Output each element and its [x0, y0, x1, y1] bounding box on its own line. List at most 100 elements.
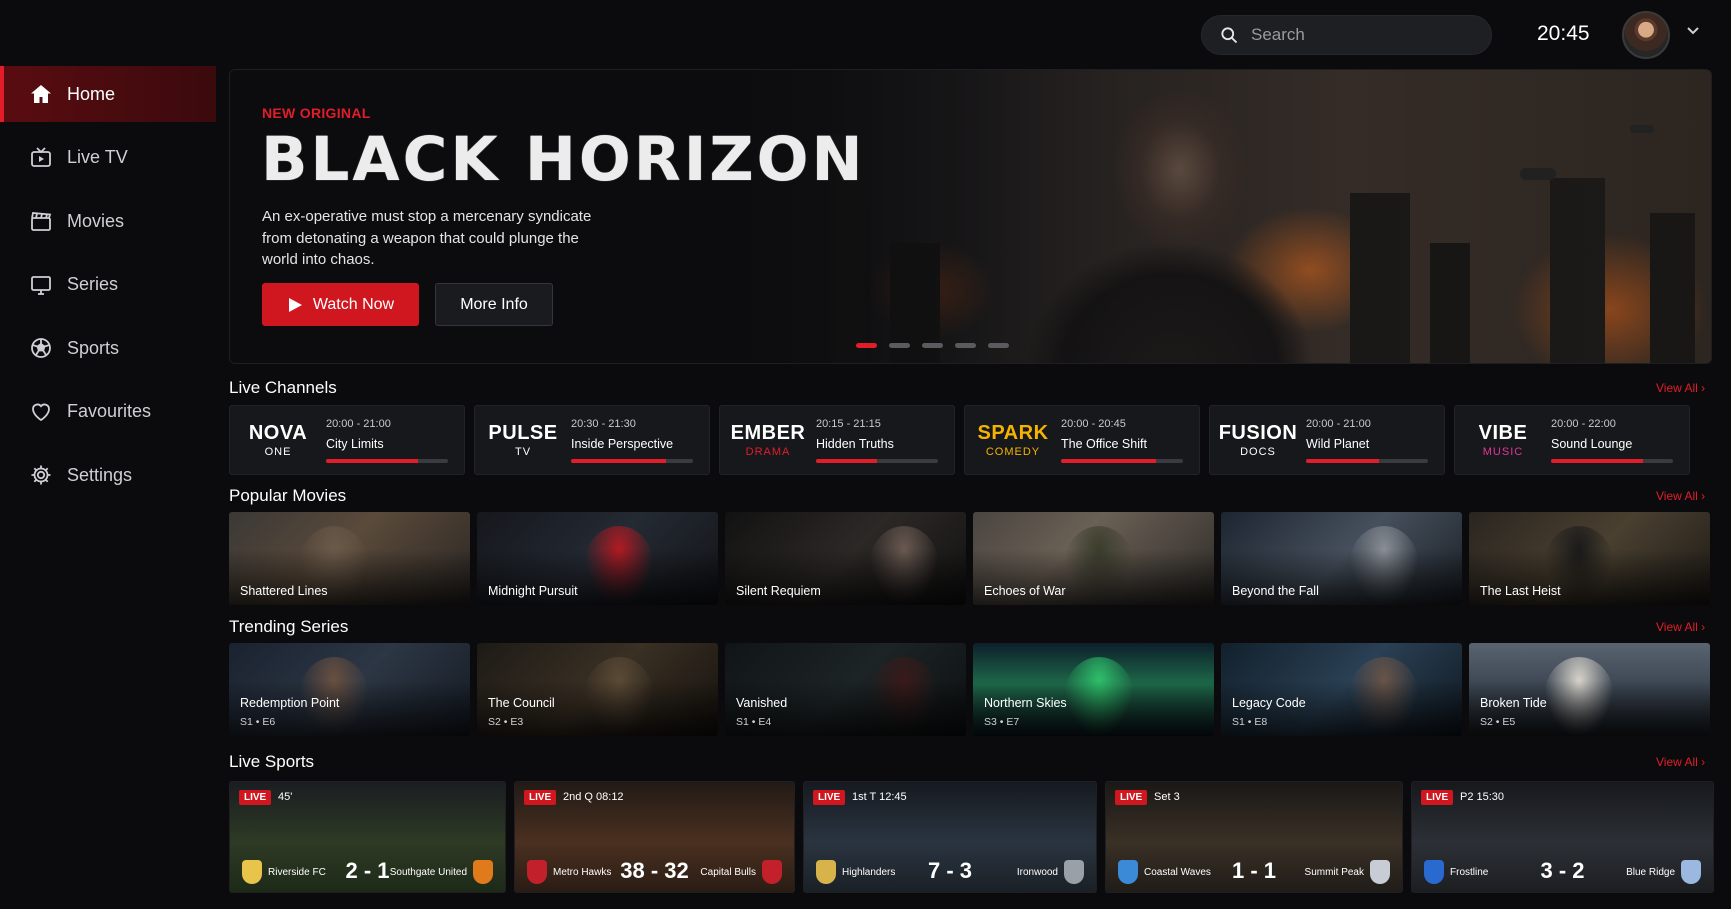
live-channels-view-all[interactable]: View All ›	[1656, 381, 1705, 395]
channel-info: 20:00 - 22:00 Sound Lounge	[1551, 418, 1689, 463]
channel-subname: ONE	[264, 446, 292, 458]
watch-now-button[interactable]: Watch Now	[262, 283, 419, 326]
channel-card[interactable]: PULSE TV 20:30 - 21:30 Inside Perspective	[474, 405, 710, 475]
sport-card[interactable]: LIVE P2 15:30 Frostline 3 - 2 Blue Ridge	[1411, 781, 1714, 893]
away-team: Summit Peak	[1304, 867, 1364, 878]
home-team: Metro Hawks	[553, 867, 612, 878]
channel-name: SPARK	[977, 422, 1049, 444]
series-card[interactable]: Broken Tide S2 • E5	[1469, 643, 1710, 736]
card-episode: S2 • E3	[488, 716, 524, 728]
match-period: 2nd Q 08:12	[563, 791, 624, 803]
chevron-down-icon[interactable]	[1686, 26, 1700, 36]
more-info-button[interactable]: More Info	[435, 283, 553, 326]
channel-progress-bar	[816, 458, 938, 463]
search-box[interactable]	[1201, 15, 1492, 55]
movie-card[interactable]: Beyond the Fall	[1221, 512, 1462, 605]
sidebar-item-label: Favourites	[67, 401, 152, 421]
channel-time: 20:00 - 20:45	[1061, 417, 1126, 430]
card-title: Northern Skies	[984, 696, 1067, 710]
series-card[interactable]: The Council S2 • E3	[477, 643, 718, 736]
channel-progress-fill	[1306, 458, 1380, 463]
sport-card[interactable]: LIVE 1st T 12:45 Highlanders 7 - 3 Ironwood	[803, 781, 1097, 893]
series-card[interactable]: Vanished S1 • E4	[725, 643, 966, 736]
sidebar-item-favourites[interactable]: Favourites	[0, 384, 216, 440]
home-crest-icon	[527, 860, 547, 884]
match-score: 38 - 32	[620, 858, 689, 883]
channel-card[interactable]: NOVA ONE 20:00 - 21:00 City Limits	[229, 405, 465, 475]
channel-card[interactable]: FUSION DOCS 20:00 - 21:00 Wild Planet	[1209, 405, 1445, 475]
movie-card[interactable]: The Last Heist	[1469, 512, 1710, 605]
popular-movies-row: Shattered Lines Midnight Pursuit Silent Re…	[229, 512, 1710, 605]
monitor-icon	[31, 275, 51, 295]
away-team: Capital Bulls	[700, 867, 756, 878]
heart-icon	[32, 403, 50, 421]
channel-show: Wild Planet	[1306, 436, 1370, 451]
tv-icon	[31, 146, 51, 167]
sidebar-item-sports[interactable]: Sports	[0, 320, 216, 376]
channel-card[interactable]: EMBER DRAMA 20:15 - 21:15 Hidden Truths	[719, 405, 955, 475]
card-title: Vanished	[736, 696, 788, 710]
channel-logo: EMBER DRAMA	[720, 422, 816, 458]
away-team: Southgate United	[389, 867, 467, 878]
away-crest-icon	[762, 860, 782, 884]
sidebar-item-label: Series	[67, 274, 119, 294]
movie-card[interactable]: Echoes of War	[973, 512, 1214, 605]
channel-logo: SPARK COMEDY	[965, 422, 1061, 458]
channel-card[interactable]: VIBE MUSIC 20:00 - 22:00 Sound Lounge	[1454, 405, 1690, 475]
carousel-dot[interactable]	[889, 343, 910, 348]
sidebar-item-label: Live TV	[67, 147, 128, 167]
channel-subname: DOCS	[1240, 446, 1276, 458]
channel-show: Hidden Truths	[816, 436, 894, 451]
sport-card[interactable]: LIVE Set 3 Coastal Waves 1 - 1 Summit Peak	[1105, 781, 1403, 893]
sidebar-item-movies[interactable]: Movies	[0, 193, 216, 249]
sport-card[interactable]: LIVE 2nd Q 08:12 Metro Hawks 38 - 32 Capital…	[514, 781, 795, 893]
channel-show: Sound Lounge	[1551, 436, 1633, 451]
home-team: Frostline	[1450, 867, 1489, 878]
avatar[interactable]	[1622, 11, 1670, 59]
sport-card[interactable]: LIVE 45' Riverside FC 2 - 1 Southgate United	[229, 781, 506, 893]
movie-card[interactable]: Silent Requiem	[725, 512, 966, 605]
carousel-dot[interactable]	[922, 343, 943, 348]
match-score: 2 - 1	[345, 858, 390, 883]
series-card[interactable]: Northern Skies S3 • E7	[973, 643, 1214, 736]
watch-now-label: Watch Now	[312, 295, 395, 313]
match-score: 3 - 2	[1540, 858, 1585, 883]
live-sports-view-all[interactable]: View All ›	[1656, 755, 1705, 769]
live-sports-row: LIVE 45' Riverside FC 2 - 1 Southgate United…	[229, 781, 1714, 893]
popular-movies-view-all[interactable]: View All ›	[1656, 489, 1705, 503]
live-badge: LIVE	[1115, 790, 1148, 805]
sidebar-item-series[interactable]: Series	[0, 257, 216, 313]
channel-show: City Limits	[326, 436, 384, 451]
card-title: Redemption Point	[240, 696, 340, 710]
movie-card[interactable]: Shattered Lines	[229, 512, 470, 605]
channel-card[interactable]: SPARK COMEDY 20:00 - 20:45 The Office Shift	[964, 405, 1200, 475]
trending-series-view-all[interactable]: View All ›	[1656, 620, 1705, 634]
sidebar-item-home[interactable]: Home	[0, 66, 216, 122]
match-score: 7 - 3	[927, 858, 973, 883]
channel-name: VIBE	[1478, 422, 1528, 444]
series-card[interactable]: Legacy Code S1 • E8	[1221, 643, 1462, 736]
card-title: Midnight Pursuit	[488, 584, 578, 598]
movie-card[interactable]: Midnight Pursuit	[477, 512, 718, 605]
hero-banner: NEW ORIGINAL BLACK HORIZON An ex-operati…	[229, 69, 1712, 364]
sidebar-item-live-tv[interactable]: Live TV	[0, 130, 216, 186]
carousel-dot[interactable]	[988, 343, 1009, 348]
search-icon	[1221, 27, 1238, 44]
sidebar-item-settings[interactable]: Settings	[0, 447, 216, 503]
home-crest-icon	[1424, 860, 1444, 884]
card-title: Silent Requiem	[736, 584, 821, 598]
carousel-dot[interactable]	[955, 343, 976, 348]
card-episode: S3 • E7	[984, 716, 1020, 728]
channel-progress-fill	[816, 458, 877, 463]
live-badge: LIVE	[524, 790, 557, 805]
series-card[interactable]: Redemption Point S1 • E6	[229, 643, 470, 736]
home-team: Coastal Waves	[1144, 867, 1211, 878]
search-input[interactable]	[1251, 25, 1461, 45]
card-title: Echoes of War	[984, 584, 1066, 598]
match-period: P2 15:30	[1460, 791, 1505, 803]
channel-subname: TV	[514, 446, 532, 458]
carousel-dot[interactable]	[856, 343, 877, 348]
channel-progress-bar	[326, 458, 448, 463]
live-channels-title: Live Channels	[229, 378, 337, 397]
channel-progress-bar	[1306, 458, 1428, 463]
